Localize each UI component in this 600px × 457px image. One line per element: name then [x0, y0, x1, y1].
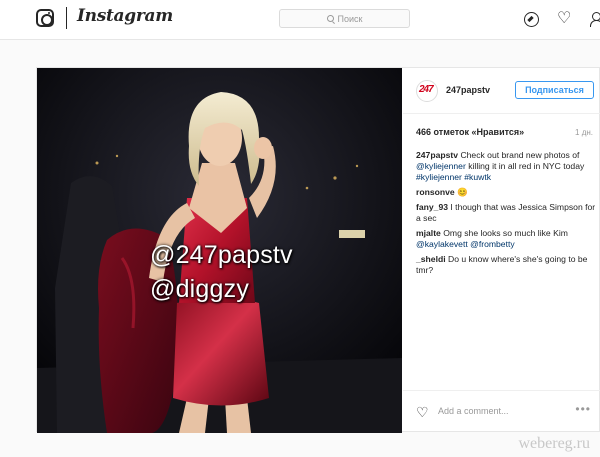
- comment-item: fany_93 I though that was Jessica Simpso…: [416, 202, 596, 224]
- comment-text: 😊: [457, 187, 468, 197]
- post-footer: ♡ Add a comment... •••: [403, 390, 600, 433]
- search-icon: [326, 15, 334, 22]
- post-time[interactable]: 1 дн.: [575, 128, 593, 137]
- post-card: @247papstv @diggzy 247 247papstv Подписа…: [36, 67, 600, 433]
- photo-overlay-text: @diggzy: [150, 275, 250, 303]
- comment-item: _sheldi Do u know where's she's going to…: [416, 254, 596, 276]
- add-comment-input[interactable]: Add a comment...: [438, 406, 509, 416]
- comment-text: killing it in all red in NYC today: [465, 161, 585, 171]
- photo-overlay-text: @247papstv: [150, 241, 293, 269]
- comment-text: Omg she looks so much like Kim: [443, 228, 568, 238]
- compass-icon[interactable]: [524, 12, 539, 27]
- comment-item: mjalte Omg she looks so much like Kim @k…: [416, 228, 596, 250]
- comment-item: ronsonve 😊: [416, 187, 596, 198]
- follow-button[interactable]: Подписаться: [515, 81, 594, 99]
- post-sidebar: 247 247papstv Подписаться 466 отметок «Н…: [403, 68, 600, 433]
- avatar[interactable]: 247: [416, 80, 438, 102]
- search-placeholder: Поиск: [337, 13, 363, 24]
- comment-text: Check out brand new photos of: [460, 150, 580, 160]
- comment-tag-link[interactable]: @kaylakevett: [416, 239, 468, 249]
- comment-username[interactable]: _sheldi: [416, 254, 446, 264]
- top-nav: Instagram Поиск ♡: [0, 0, 600, 40]
- site-watermark: webereg.ru: [518, 435, 590, 452]
- comment-username[interactable]: mjalte: [416, 228, 441, 238]
- comment-username[interactable]: ronsonve: [416, 187, 455, 197]
- camera-icon[interactable]: [36, 9, 54, 27]
- comment-tag-link[interactable]: @kyliejenner: [416, 161, 466, 171]
- comment-tag-link[interactable]: #kyliejenner: [416, 172, 462, 182]
- user-icon[interactable]: [590, 12, 600, 27]
- post-username[interactable]: 247papstv: [446, 85, 490, 95]
- nav-divider: [66, 7, 67, 29]
- post-header: 247 247papstv Подписаться: [403, 68, 600, 114]
- like-heart-icon[interactable]: ♡: [416, 404, 429, 421]
- post-photo[interactable]: @247papstv @diggzy: [37, 68, 402, 433]
- heart-icon[interactable]: ♡: [557, 11, 571, 27]
- avatar-logo: 247: [419, 84, 434, 95]
- more-options-button[interactable]: •••: [575, 402, 591, 416]
- comment-list: 247papstv Check out brand new photos of …: [416, 150, 596, 280]
- comment-item: 247papstv Check out brand new photos of …: [416, 150, 596, 183]
- comment-username[interactable]: fany_93: [416, 202, 448, 212]
- comment-username[interactable]: 247papstv: [416, 150, 458, 160]
- search-input[interactable]: Поиск: [279, 9, 410, 28]
- instagram-logo[interactable]: Instagram: [77, 6, 173, 26]
- likes-count[interactable]: 466 отметок «Нравится»: [416, 127, 524, 137]
- comment-tag-link[interactable]: #kuwtk: [464, 172, 491, 182]
- comment-tag-link[interactable]: @frombetty: [470, 239, 515, 249]
